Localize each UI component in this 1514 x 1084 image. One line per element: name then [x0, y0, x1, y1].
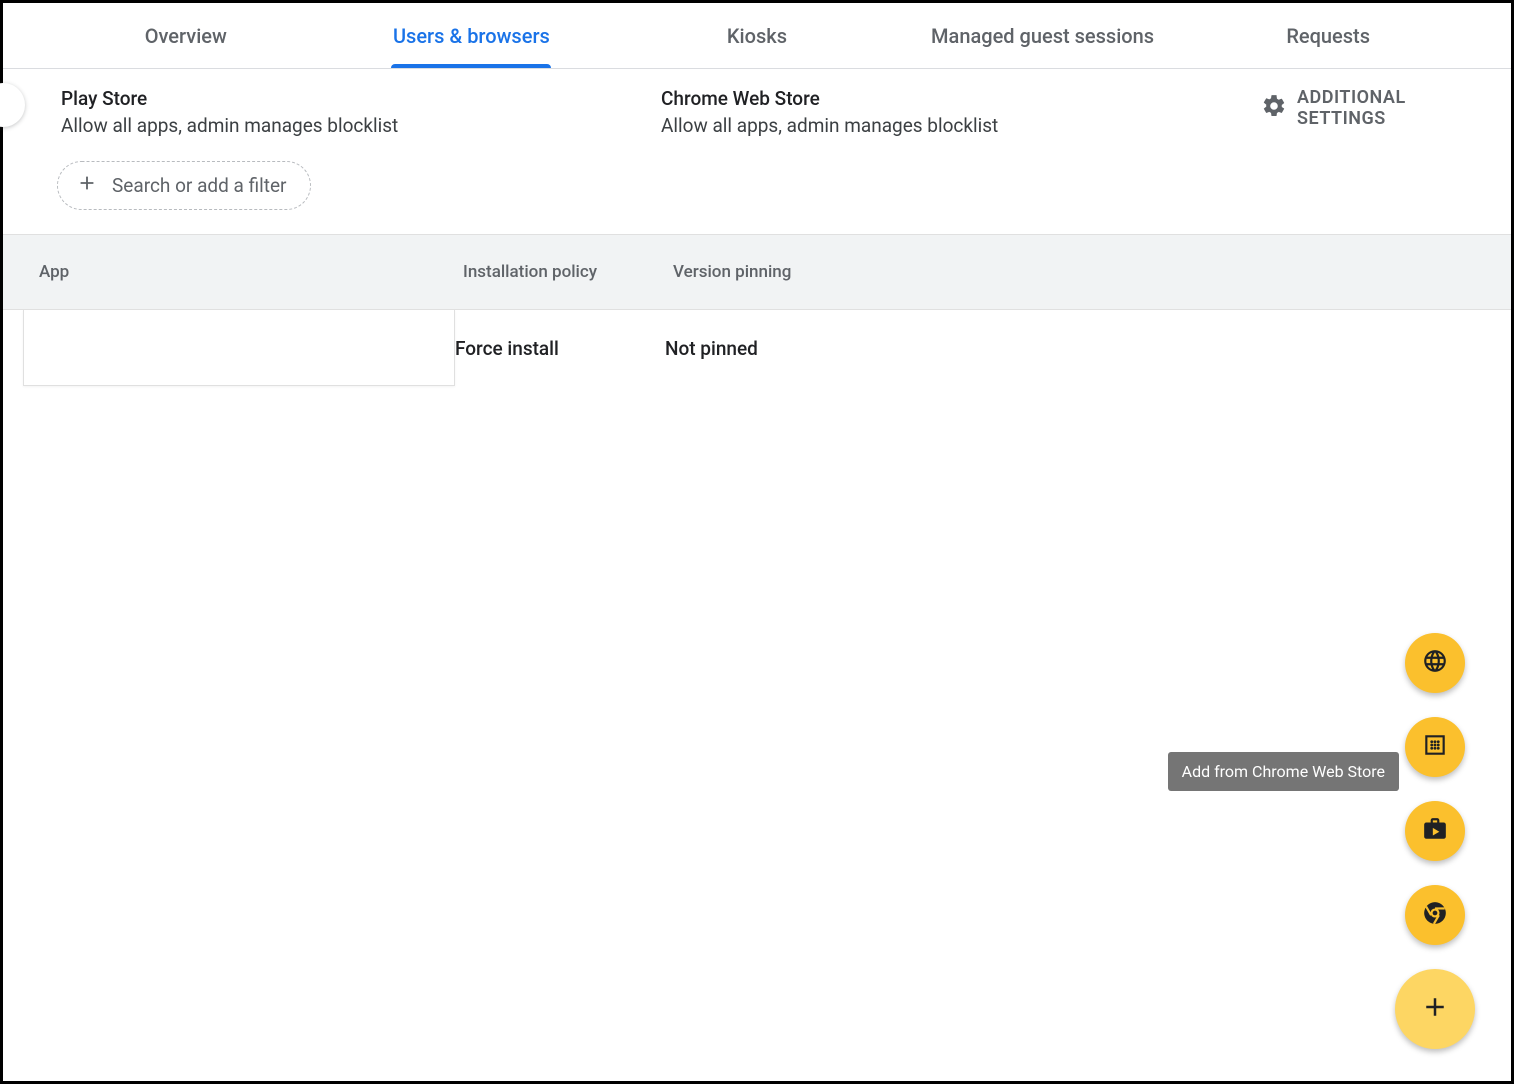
- additional-settings-button[interactable]: ADDITIONAL SETTINGS: [1261, 87, 1481, 129]
- play-store-title: Play Store: [61, 87, 661, 110]
- chrome-web-store-subtitle: Allow all apps, admin manages blocklist: [661, 114, 1261, 137]
- play-store-subtitle: Allow all apps, admin manages blocklist: [61, 114, 661, 137]
- store-settings-row: Play Store Allow all apps, admin manages…: [3, 69, 1511, 155]
- chrome-web-store-block[interactable]: Chrome Web Store Allow all apps, admin m…: [661, 87, 1261, 137]
- play-store-icon: [1422, 816, 1448, 846]
- tab-kiosks[interactable]: Kiosks: [614, 3, 900, 68]
- fab-add-main[interactable]: [1395, 969, 1475, 1049]
- column-header-installation-policy[interactable]: Installation policy: [463, 262, 673, 282]
- search-add-filter-chip[interactable]: Search or add a filter: [57, 161, 311, 210]
- fab-add-chrome-app-by-id[interactable]: [1405, 717, 1465, 777]
- filter-chip-label: Search or add a filter: [112, 174, 286, 197]
- fab-add-from-play-store[interactable]: [1405, 801, 1465, 861]
- globe-icon: [1422, 648, 1448, 678]
- play-store-block[interactable]: Play Store Allow all apps, admin manages…: [61, 87, 661, 137]
- column-header-version-pinning[interactable]: Version pinning: [673, 262, 791, 282]
- filter-row: Search or add a filter: [3, 155, 1511, 234]
- fab-add-from-chrome-web-store[interactable]: [1405, 885, 1465, 945]
- gear-icon: [1261, 93, 1287, 124]
- table-row[interactable]: Force install Not pinned: [3, 310, 1511, 386]
- tab-overview[interactable]: Overview: [43, 3, 329, 68]
- fab-stack: [1395, 633, 1475, 1049]
- fab-add-by-url[interactable]: [1405, 633, 1465, 693]
- tab-managed-guest-sessions[interactable]: Managed guest sessions: [900, 3, 1186, 68]
- tab-users-browsers[interactable]: Users & browsers: [329, 3, 615, 68]
- grid-icon: [1422, 732, 1448, 762]
- chrome-web-store-title: Chrome Web Store: [661, 87, 1261, 110]
- cell-version-pinning: Not pinned: [665, 337, 758, 360]
- chrome-icon: [1422, 900, 1448, 930]
- cell-app-name: [23, 310, 455, 386]
- plus-icon: [76, 172, 98, 199]
- plus-icon: [1420, 992, 1450, 1026]
- additional-settings-label: ADDITIONAL SETTINGS: [1297, 87, 1471, 129]
- fab-tooltip: Add from Chrome Web Store: [1168, 752, 1399, 791]
- column-header-app[interactable]: App: [3, 262, 463, 282]
- apps-table-header: App Installation policy Version pinning: [3, 234, 1511, 310]
- tab-bar: Overview Users & browsers Kiosks Managed…: [3, 3, 1511, 69]
- cell-installation-policy: Force install: [455, 337, 665, 360]
- tab-requests[interactable]: Requests: [1185, 3, 1471, 68]
